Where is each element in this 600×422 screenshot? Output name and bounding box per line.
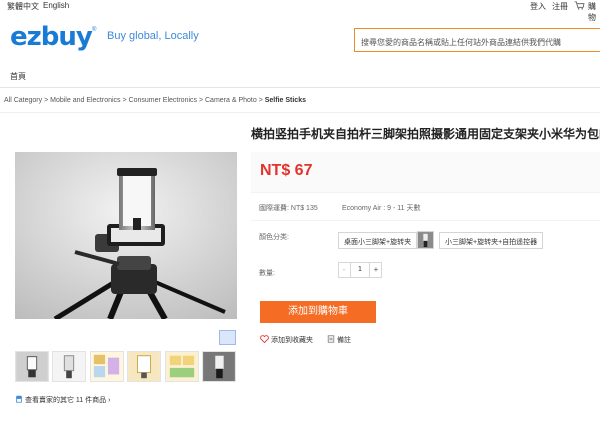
quantity-input[interactable]: 1 <box>351 262 369 278</box>
breadcrumb-sep: > <box>197 97 205 104</box>
breadcrumb-sep: > <box>256 97 265 104</box>
ezbuy-logo[interactable]: ezbuy <box>10 22 93 52</box>
shipping-method: Economy Air : 9 - 11 天數 <box>342 205 421 212</box>
top-bar: 繁體中文 English 登入 注冊 購物 <box>0 0 600 22</box>
option-tripod-remote[interactable]: 小三脚架+旋转夹+自拍遥控器 <box>439 232 544 249</box>
option-desk-tripod[interactable]: 桌面小三脚架+旋转夹 <box>338 232 418 249</box>
note-icon <box>327 335 335 343</box>
cart-icon[interactable] <box>574 1 585 10</box>
chevron-right-icon: › <box>108 397 111 404</box>
product-price: NT$ 67 <box>260 162 313 179</box>
cart-link[interactable]: 購物 <box>588 1 600 23</box>
add-to-favorites-link[interactable]: 添加到收藏夹 <box>260 335 313 345</box>
product-main-image[interactable] <box>15 152 237 319</box>
heart-icon <box>260 335 269 344</box>
divider <box>0 112 600 113</box>
thumbnail-1[interactable] <box>15 351 49 382</box>
store-other-items-link[interactable]: 查看賣家的其它 11 件商品 › <box>15 395 110 405</box>
search-input[interactable]: 搜尋您愛的商品名稱或貼上任何站外商品連結供我們代購 <box>354 28 600 52</box>
divider <box>251 192 600 193</box>
thumbnail-4[interactable] <box>127 351 161 382</box>
breadcrumb-current: Selfie Sticks <box>264 97 306 104</box>
login-link[interactable]: 登入 <box>530 1 546 12</box>
color-label: 顏色分类: <box>259 234 289 241</box>
thumbnail-selected[interactable] <box>219 330 236 345</box>
breadcrumb: All Category > Mobile and Electronics > … <box>4 97 306 104</box>
breadcrumb-item[interactable]: Consumer Electronics <box>129 97 197 104</box>
breadcrumb-sep: > <box>120 97 129 104</box>
register-link[interactable]: 注冊 <box>552 1 568 12</box>
quantity-decrease-button[interactable]: - <box>338 262 351 278</box>
thumbnail-3[interactable] <box>90 351 124 382</box>
quantity-increase-button[interactable]: + <box>369 262 382 278</box>
breadcrumb-item[interactable]: All Category <box>4 97 42 104</box>
option-image-swatch[interactable] <box>417 231 434 249</box>
quantity-label: 數量: <box>259 270 275 277</box>
lang-english-link[interactable]: English <box>43 1 69 10</box>
product-title: 横拍竖拍手机夹自拍杆三脚架拍照摄影通用固定支架夹小米华为包邮 <box>251 127 600 141</box>
registered-mark: ® <box>92 27 97 33</box>
note-link[interactable]: 備註 <box>327 335 351 345</box>
shipping-fee: 國際運費: NT$ 135 <box>259 205 318 212</box>
nav-home-link[interactable]: 首頁 <box>10 71 26 82</box>
breadcrumb-item[interactable]: Camera & Photo <box>205 97 257 104</box>
favorites-label: 添加到收藏夹 <box>270 337 313 344</box>
lang-traditional-link[interactable]: 繁體中文 <box>7 1 39 12</box>
divider <box>251 220 600 221</box>
divider <box>0 87 600 88</box>
store-link-label: 查看賣家的其它 11 件商品 <box>24 397 107 404</box>
note-label: 備註 <box>336 337 351 344</box>
thumbnail-5[interactable] <box>165 351 199 382</box>
thumbnail-2[interactable] <box>52 351 86 382</box>
add-to-cart-button[interactable]: 添加到購物車 <box>260 301 376 323</box>
store-icon <box>15 395 23 403</box>
breadcrumb-item[interactable]: Mobile and Electronics <box>50 97 120 104</box>
slogan: Buy global, Locally <box>107 30 199 42</box>
breadcrumb-sep: > <box>42 97 51 104</box>
thumbnail-6[interactable] <box>202 351 236 382</box>
